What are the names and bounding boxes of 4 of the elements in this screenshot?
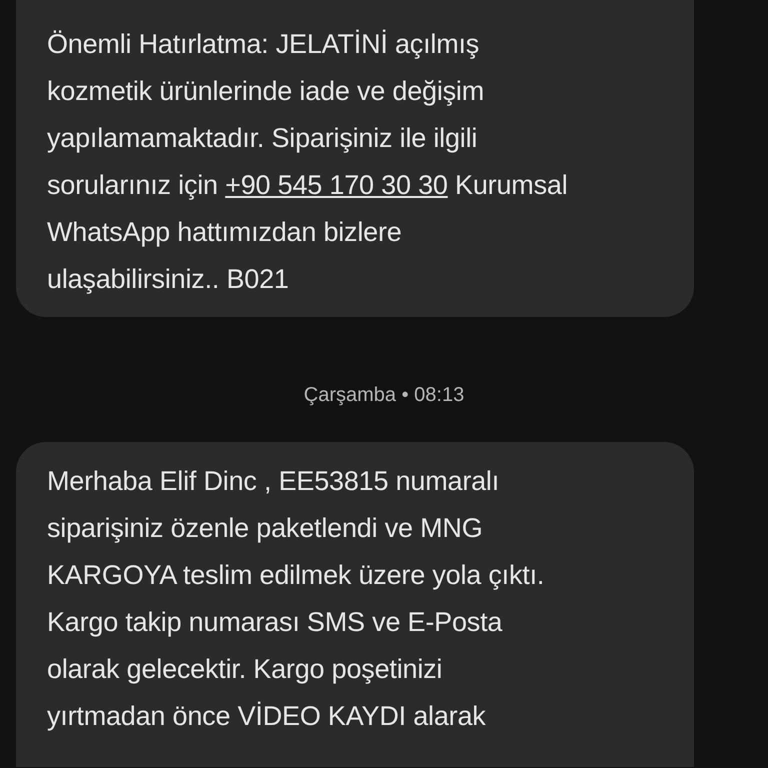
message-text: Önemli Hatırlatma: JELATİNİ açılmış kozmetik ürünlerinde iade ve değişim yapılamamaktadır. Siparişiniz ile ilgili sorularınız için +90 545 170 30 30 Kurumsal WhatsApp hattımızdan bizlere ulaşabilirsiniz.. B021 xyxy=(47,28,568,296)
message-text: Merhaba Elif Dinc , EE53815 numaralı siparişiniz özenle paketlendi ve MNG KARGOYA teslim edilmek üzere yola çıktı. Kargo takip numarası SMS ve E-Posta olarak gelecektir. Kargo poşetinizi yırtmadan önce VİDEO KAYDI alarak xyxy=(47,465,546,733)
phone-link[interactable]: +90 545 170 30 30 xyxy=(225,170,448,200)
message-timestamp: Çarşamba • 08:13 xyxy=(304,383,464,408)
